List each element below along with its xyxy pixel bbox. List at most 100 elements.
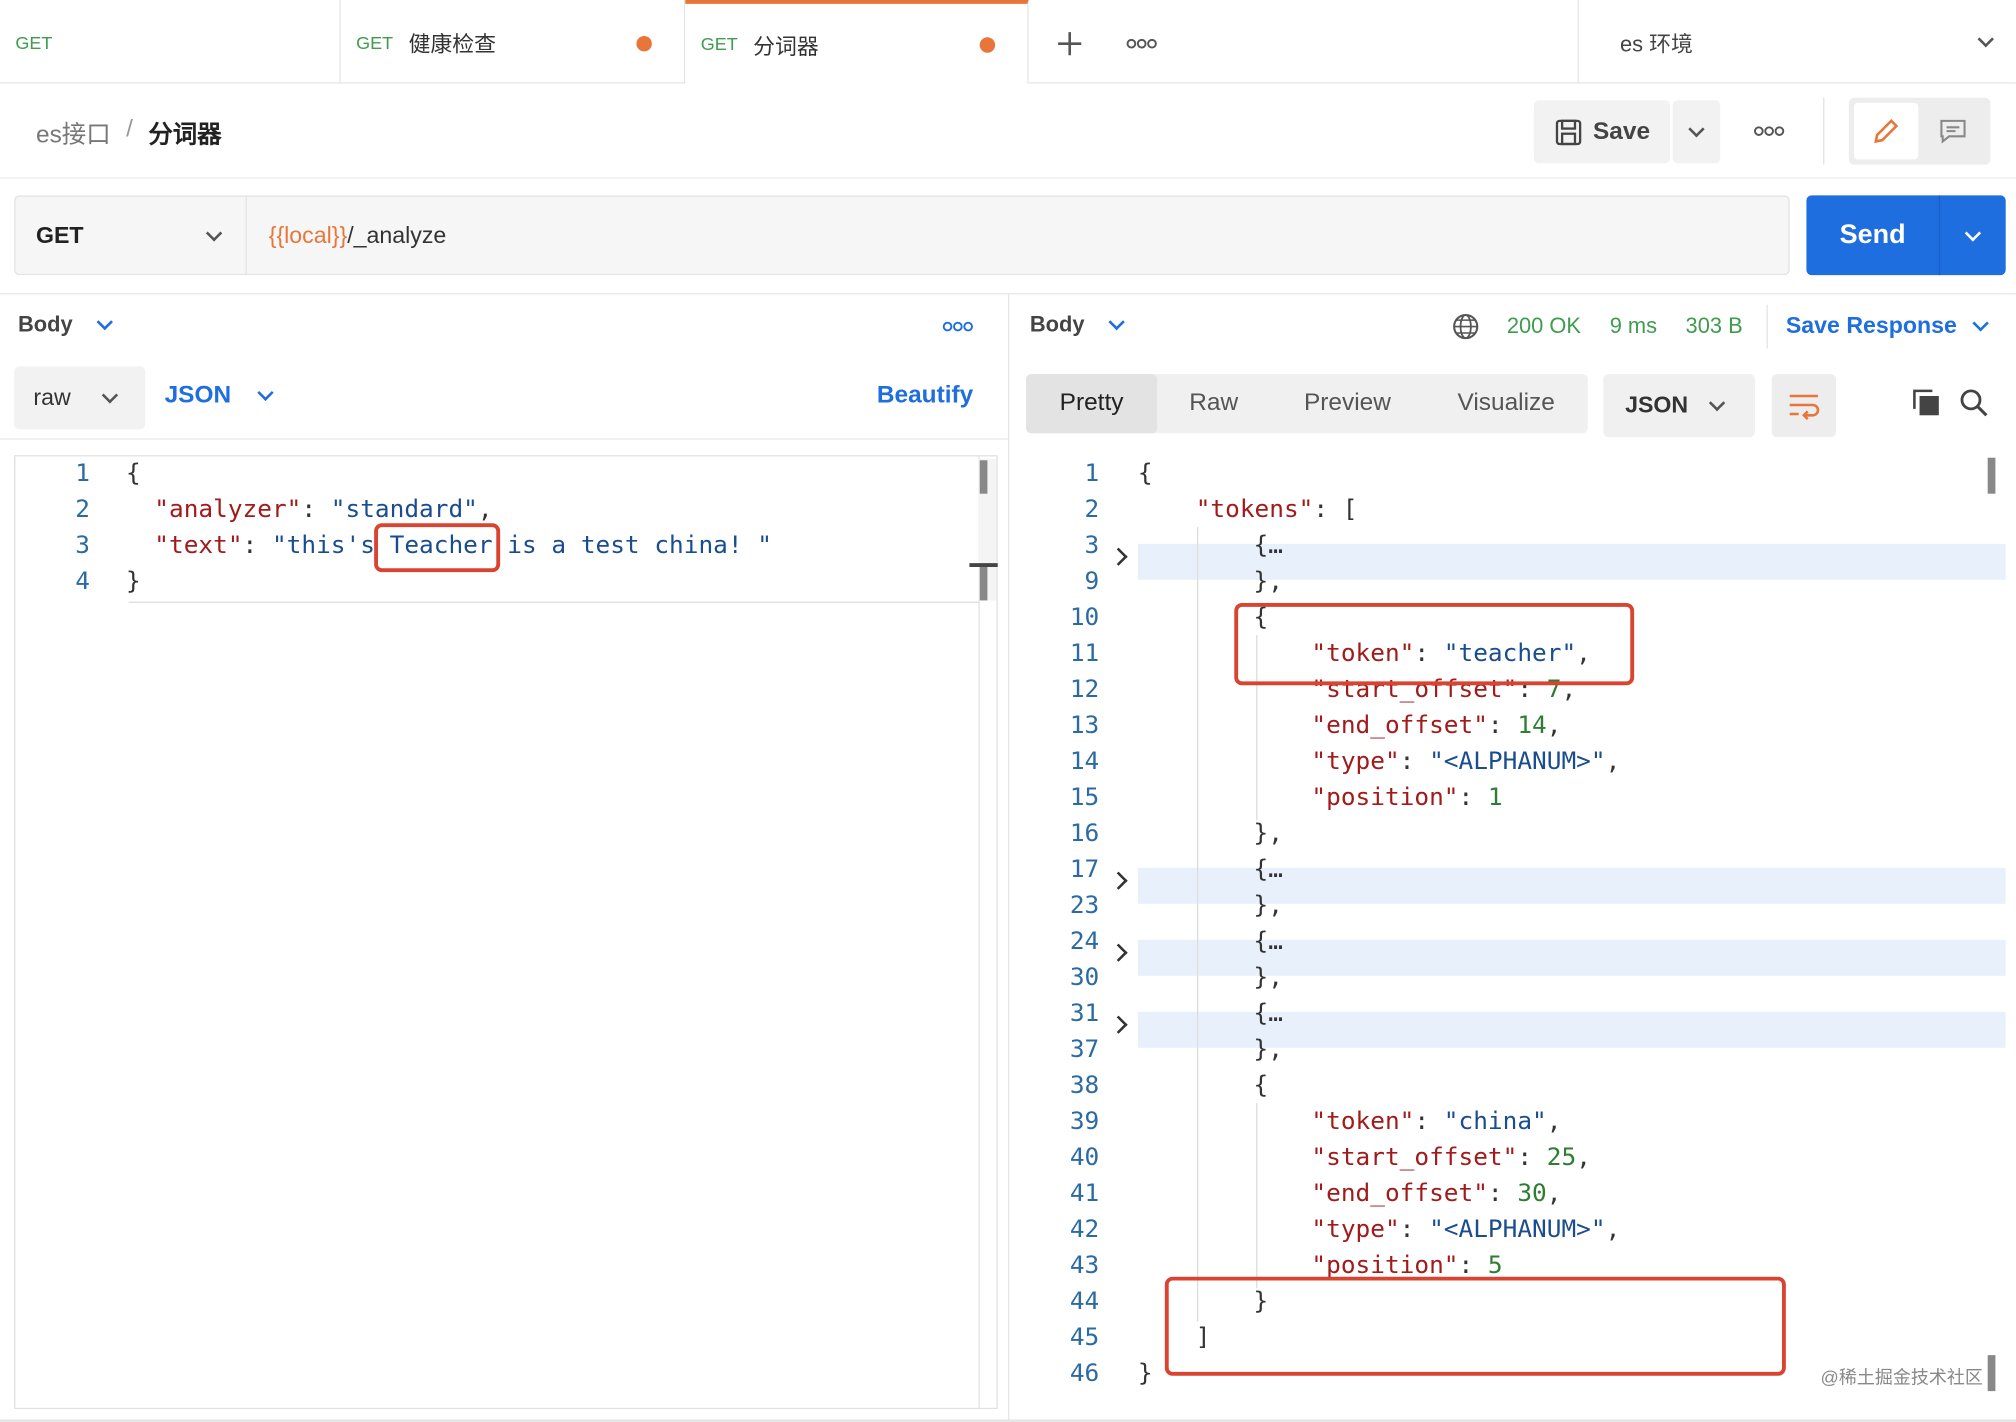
response-format-select[interactable]: JSON: [1603, 374, 1755, 438]
more-icon[interactable]: [941, 319, 974, 334]
comment-icon[interactable]: [1921, 103, 1985, 160]
scrollbar-thumb[interactable]: [1987, 457, 1996, 494]
panel-divider[interactable]: [1007, 294, 1010, 1422]
scrollbar-thumb[interactable]: [979, 460, 988, 494]
code-token: :: [301, 494, 331, 524]
code-line[interactable]: "position": 5: [1311, 1251, 1502, 1279]
request-tab[interactable]: GET: [0, 0, 341, 84]
code-token: :: [1414, 1106, 1444, 1136]
more-icon[interactable]: [1750, 121, 1789, 142]
code-line[interactable]: "end_offset": 14,: [1311, 711, 1561, 739]
more-icon[interactable]: [1122, 31, 1161, 57]
fold-toggle-icon[interactable]: [1109, 541, 1128, 569]
copy-icon[interactable]: [1909, 386, 1942, 419]
code-line[interactable]: },: [1254, 1035, 1283, 1063]
request-tab-bar: GET GET 健康检查 GET 分词器 es 环境: [0, 0, 2016, 84]
code-token: "standard": [330, 494, 478, 524]
fold-toggle-icon[interactable]: [1109, 865, 1128, 893]
status-code[interactable]: 200 OK: [1507, 314, 1581, 340]
code-token: ,: [1546, 710, 1562, 740]
url-path: /_analyze: [347, 221, 447, 248]
request-tab-active[interactable]: GET 分词器: [685, 0, 1029, 84]
code-line[interactable]: "start_offset": 25,: [1311, 1143, 1590, 1171]
chevron-down-icon: [1688, 121, 1705, 138]
search-icon[interactable]: [1957, 386, 1990, 419]
code-line[interactable]: {: [126, 459, 141, 487]
line-number: 30: [1069, 962, 1100, 992]
response-body-tab[interactable]: Body: [1029, 312, 1125, 338]
code-token: 14: [1517, 710, 1547, 740]
scrollbar-thumb[interactable]: [979, 566, 988, 601]
send-options-button[interactable]: [1940, 224, 2006, 241]
line-number: 38: [1069, 1070, 1100, 1100]
environment-selector[interactable]: es 环境: [1577, 0, 2016, 84]
url-variable: {{local}}: [268, 221, 348, 248]
body-format-select[interactable]: JSON: [165, 382, 274, 410]
line-number: 43: [1069, 1250, 1100, 1280]
line-number: 11: [1069, 638, 1100, 668]
tab-pretty[interactable]: Pretty: [1025, 374, 1158, 434]
tab-raw[interactable]: Raw: [1157, 374, 1270, 433]
code-line[interactable]: "type": "<ALPHANUM>",: [1311, 1215, 1620, 1243]
url-input[interactable]: {{local}} /_analyze: [247, 197, 1789, 274]
code-line[interactable]: },: [1254, 819, 1283, 847]
beautify-button[interactable]: Beautify: [877, 382, 973, 410]
code-token: "position": [1311, 782, 1459, 812]
page-title[interactable]: 分词器: [148, 116, 221, 151]
request-body-tab[interactable]: Body: [17, 312, 113, 338]
method-selector[interactable]: GET: [15, 196, 247, 274]
response-time[interactable]: 9 ms: [1610, 314, 1657, 340]
body-mode-select[interactable]: raw: [14, 366, 146, 430]
save-response-button[interactable]: Save Response: [1786, 312, 1989, 339]
code-token: {: [1253, 1070, 1269, 1100]
code-line[interactable]: }: [1138, 1359, 1153, 1387]
code-line[interactable]: {: [1254, 1071, 1269, 1099]
code-line[interactable]: "position": 1: [1311, 783, 1502, 811]
code-line[interactable]: }: [126, 567, 141, 595]
fold-toggle-icon[interactable]: [1109, 1009, 1128, 1037]
request-body-editor[interactable]: [14, 455, 998, 1410]
response-size[interactable]: 303 B: [1686, 314, 1743, 340]
code-token: 25: [1546, 1142, 1577, 1172]
code-line[interactable]: "tokens": [: [1196, 495, 1358, 523]
save-button[interactable]: Save: [1533, 100, 1671, 164]
indent-guide: [1196, 527, 1199, 1322]
breadcrumb-separator: /: [126, 115, 133, 143]
code-line[interactable]: {…: [1254, 855, 1283, 883]
breadcrumb-collection[interactable]: es接口: [36, 116, 111, 151]
code-line[interactable]: },: [1254, 963, 1283, 991]
code-line[interactable]: {: [1138, 459, 1153, 487]
code-token: "end_offset": [1311, 1178, 1488, 1208]
save-options-button[interactable]: [1672, 100, 1721, 164]
line-number: 2: [1084, 494, 1100, 524]
code-line[interactable]: },: [1254, 567, 1283, 595]
request-tab[interactable]: GET 健康检查: [341, 0, 686, 84]
section-label: Body: [1029, 312, 1085, 337]
section-label: Body: [17, 312, 73, 337]
unsaved-changes-dot: [979, 37, 996, 53]
code-token: ,: [1605, 746, 1621, 776]
code-token: }: [1137, 1358, 1153, 1388]
wrap-lines-icon[interactable]: [1771, 374, 1836, 438]
line-number: 2: [75, 494, 90, 524]
code-line[interactable]: {…: [1254, 927, 1283, 955]
watermark: @稀土掘金技术社区: [1820, 1366, 1983, 1388]
scrollbar-thumb[interactable]: [1987, 1355, 1996, 1392]
pencil-icon[interactable]: [1853, 102, 1919, 160]
send-button[interactable]: Send: [1806, 195, 2006, 276]
fold-toggle-icon[interactable]: [1109, 937, 1128, 965]
divider: [0, 438, 1008, 440]
code-line[interactable]: },: [1254, 891, 1283, 919]
globe-icon[interactable]: [1450, 311, 1481, 342]
plus-icon[interactable]: [1052, 26, 1088, 62]
code-line[interactable]: "token": "china",: [1311, 1107, 1561, 1135]
tab-visualize[interactable]: Visualize: [1425, 374, 1588, 433]
tab-preview[interactable]: Preview: [1270, 374, 1424, 433]
code-line[interactable]: {…: [1254, 999, 1283, 1027]
code-line[interactable]: "end_offset": 30,: [1311, 1179, 1561, 1207]
method-label: GET: [35, 221, 84, 248]
code-line[interactable]: "type": "<ALPHANUM>",: [1311, 747, 1620, 775]
code-line[interactable]: "analyzer": "standard",: [154, 495, 492, 523]
chevron-down-icon: [95, 313, 113, 331]
code-line[interactable]: {…: [1254, 531, 1283, 559]
